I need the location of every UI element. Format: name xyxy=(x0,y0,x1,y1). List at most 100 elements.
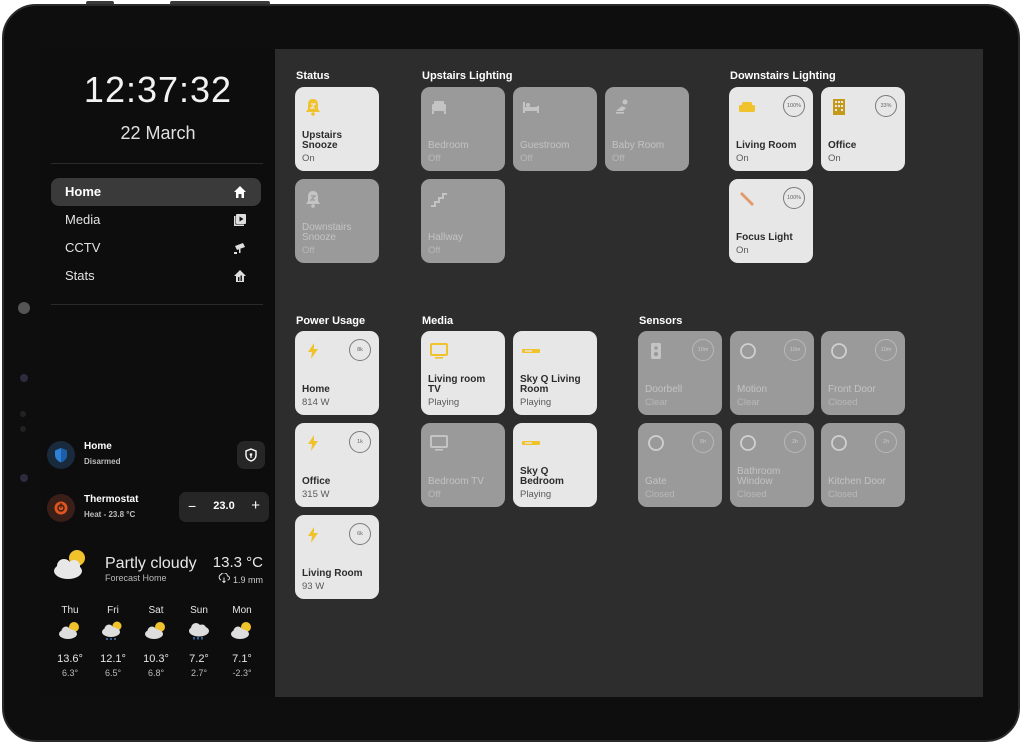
partly-cloudy-icon xyxy=(59,622,79,639)
tile-state: Off xyxy=(612,153,625,164)
bolt-icon xyxy=(308,343,318,359)
tile-state: Off xyxy=(428,245,441,256)
history-ring: 1k xyxy=(349,431,371,453)
tile-name: Guestroom xyxy=(520,140,570,151)
tv-icon xyxy=(430,435,448,451)
tile-name: Upstairs Snooze xyxy=(302,130,343,151)
tile-state: Off xyxy=(520,153,533,164)
tile-state: Closed xyxy=(828,489,858,500)
tile-name: Sky Q Living Room xyxy=(520,374,581,395)
tile-bathroom-window[interactable]: 2h Bathroom Window Closed xyxy=(730,423,814,507)
bed-icon xyxy=(523,102,539,113)
brightness-ring: 100% xyxy=(783,95,805,117)
nav-item-media[interactable]: Media xyxy=(51,206,261,234)
rain-icon xyxy=(189,623,209,640)
tile-motion[interactable]: 10m Motion Clear xyxy=(730,331,814,415)
section-title-media: Media xyxy=(422,315,454,327)
tile-living-room-light[interactable]: 100% Living Room On xyxy=(729,87,813,171)
last-changed-ring: 10m xyxy=(692,339,714,361)
tile-name: Sky Q Bedroom xyxy=(520,466,564,487)
divider xyxy=(51,163,263,164)
nav-item-cctv[interactable]: CCTV xyxy=(51,234,261,262)
thermostat-stepper[interactable]: − 23.0 + xyxy=(179,492,269,522)
forecast-low: 6.8° xyxy=(147,668,165,678)
tile-power-office[interactable]: 1k Office 315 W xyxy=(295,423,379,507)
arm-alarm-button[interactable] xyxy=(237,441,265,469)
tile-name: Gate xyxy=(645,476,667,487)
stats-home-icon xyxy=(234,270,246,282)
thermostat-panel[interactable]: Thermostat Heat - 23.8 °C − 23.0 + xyxy=(47,492,269,526)
section-title-power-usage: Power Usage xyxy=(296,315,366,327)
forecast-day: Mon 7.1° -2.3° xyxy=(222,605,262,678)
tile-sky-q-living-room[interactable]: Sky Q Living Room Playing xyxy=(513,331,597,415)
weather-temperature: 13.3 °C xyxy=(212,554,263,571)
tile-doorbell[interactable]: 10m Doorbell Clear xyxy=(638,331,722,415)
partly-cloudy-icon xyxy=(231,622,251,639)
forecast-low: 6.3° xyxy=(61,668,79,678)
tile-name: Downstairs Snooze xyxy=(302,222,352,243)
tile-state: On xyxy=(736,153,749,164)
tile-power-living-room[interactable]: 6k Living Room 93 W xyxy=(295,515,379,599)
brightness-ring: 100% xyxy=(783,187,805,209)
forecast-low: 2.7° xyxy=(190,668,208,678)
section-title-sensors: Sensors xyxy=(639,315,683,327)
tile-baby-room[interactable]: Baby Room Off xyxy=(605,87,689,171)
bolt-icon xyxy=(308,527,318,543)
forecast-day-name: Thu xyxy=(61,605,79,616)
tile-focus-light[interactable]: 100% Focus Light On xyxy=(729,179,813,263)
bolt-icon xyxy=(308,435,318,451)
circle-icon xyxy=(740,343,756,359)
tile-name: Bathroom Window xyxy=(737,466,781,487)
tile-living-room-tv[interactable]: Living room TV Playing xyxy=(421,331,505,415)
weather-panel[interactable]: Partly cloudy Forecast Home 13.3 °C 1.9 … xyxy=(49,549,269,689)
tile-kitchen-door[interactable]: 2h Kitchen Door Closed xyxy=(821,423,905,507)
tile-sky-q-bedroom[interactable]: Sky Q Bedroom Playing xyxy=(513,423,597,507)
date: 22 March xyxy=(120,123,196,143)
tile-name: Office xyxy=(828,140,857,151)
cctv-camera-icon xyxy=(234,243,245,254)
tile-bedroom[interactable]: Bedroom Off xyxy=(421,87,505,171)
section-title-downstairs-lighting: Downstairs Lighting xyxy=(730,70,836,82)
tile-bedroom-tv[interactable]: Bedroom TV Off xyxy=(421,423,505,507)
last-changed-ring: 10m xyxy=(875,339,897,361)
tile-name: Bedroom TV xyxy=(428,476,484,487)
nav-item-home[interactable]: Home xyxy=(51,178,261,206)
tile-state: Clear xyxy=(737,397,760,408)
last-changed-ring: 2h xyxy=(875,431,897,453)
tile-state: On xyxy=(828,153,841,164)
sensor-dot xyxy=(20,411,26,417)
alarm-status-icon xyxy=(47,441,75,469)
history-ring: 8k xyxy=(349,339,371,361)
weather-precipitation: 1.9 mm xyxy=(218,572,263,585)
tile-state: On xyxy=(302,153,315,164)
set-top-box-icon xyxy=(522,441,540,445)
alarm-title: Home xyxy=(84,441,112,452)
tile-hallway[interactable]: Hallway Off xyxy=(421,179,505,263)
sensor-dot xyxy=(20,374,28,382)
tile-office-light[interactable]: 33% Office On xyxy=(821,87,905,171)
tile-power-home[interactable]: 8k Home 814 W xyxy=(295,331,379,415)
history-ring: 6k xyxy=(349,523,371,545)
tile-gate[interactable]: 5h Gate Closed xyxy=(638,423,722,507)
forecast-low: -2.3° xyxy=(232,668,252,678)
forecast-day-name: Sat xyxy=(148,605,164,616)
doorbell-icon xyxy=(651,343,661,359)
tile-downstairs-snooze[interactable]: Downstairs Snooze Off xyxy=(295,179,379,263)
tile-state: Closed xyxy=(737,489,767,500)
alarm-panel[interactable]: Home Disarmed xyxy=(47,439,267,473)
nav-item-label: CCTV xyxy=(65,240,101,255)
forecast-high: 7.2° xyxy=(189,653,209,665)
sensor-dot xyxy=(20,426,26,432)
tile-state: On xyxy=(736,245,749,256)
tile-guestroom[interactable]: Guestroom Off xyxy=(513,87,597,171)
forecast-day-name: Sun xyxy=(190,605,208,616)
clock: 12:37:32 xyxy=(83,69,233,110)
tile-front-door[interactable]: 10m Front Door Closed xyxy=(821,331,905,415)
media-play-icon xyxy=(234,214,246,226)
increase-button[interactable]: + xyxy=(251,497,260,514)
sensor-dot xyxy=(20,474,28,482)
tile-upstairs-snooze[interactable]: Upstairs Snooze On xyxy=(295,87,379,171)
nav-item-stats[interactable]: Stats xyxy=(51,262,261,290)
stairs-icon xyxy=(431,193,447,207)
tile-state: Closed xyxy=(645,489,675,500)
